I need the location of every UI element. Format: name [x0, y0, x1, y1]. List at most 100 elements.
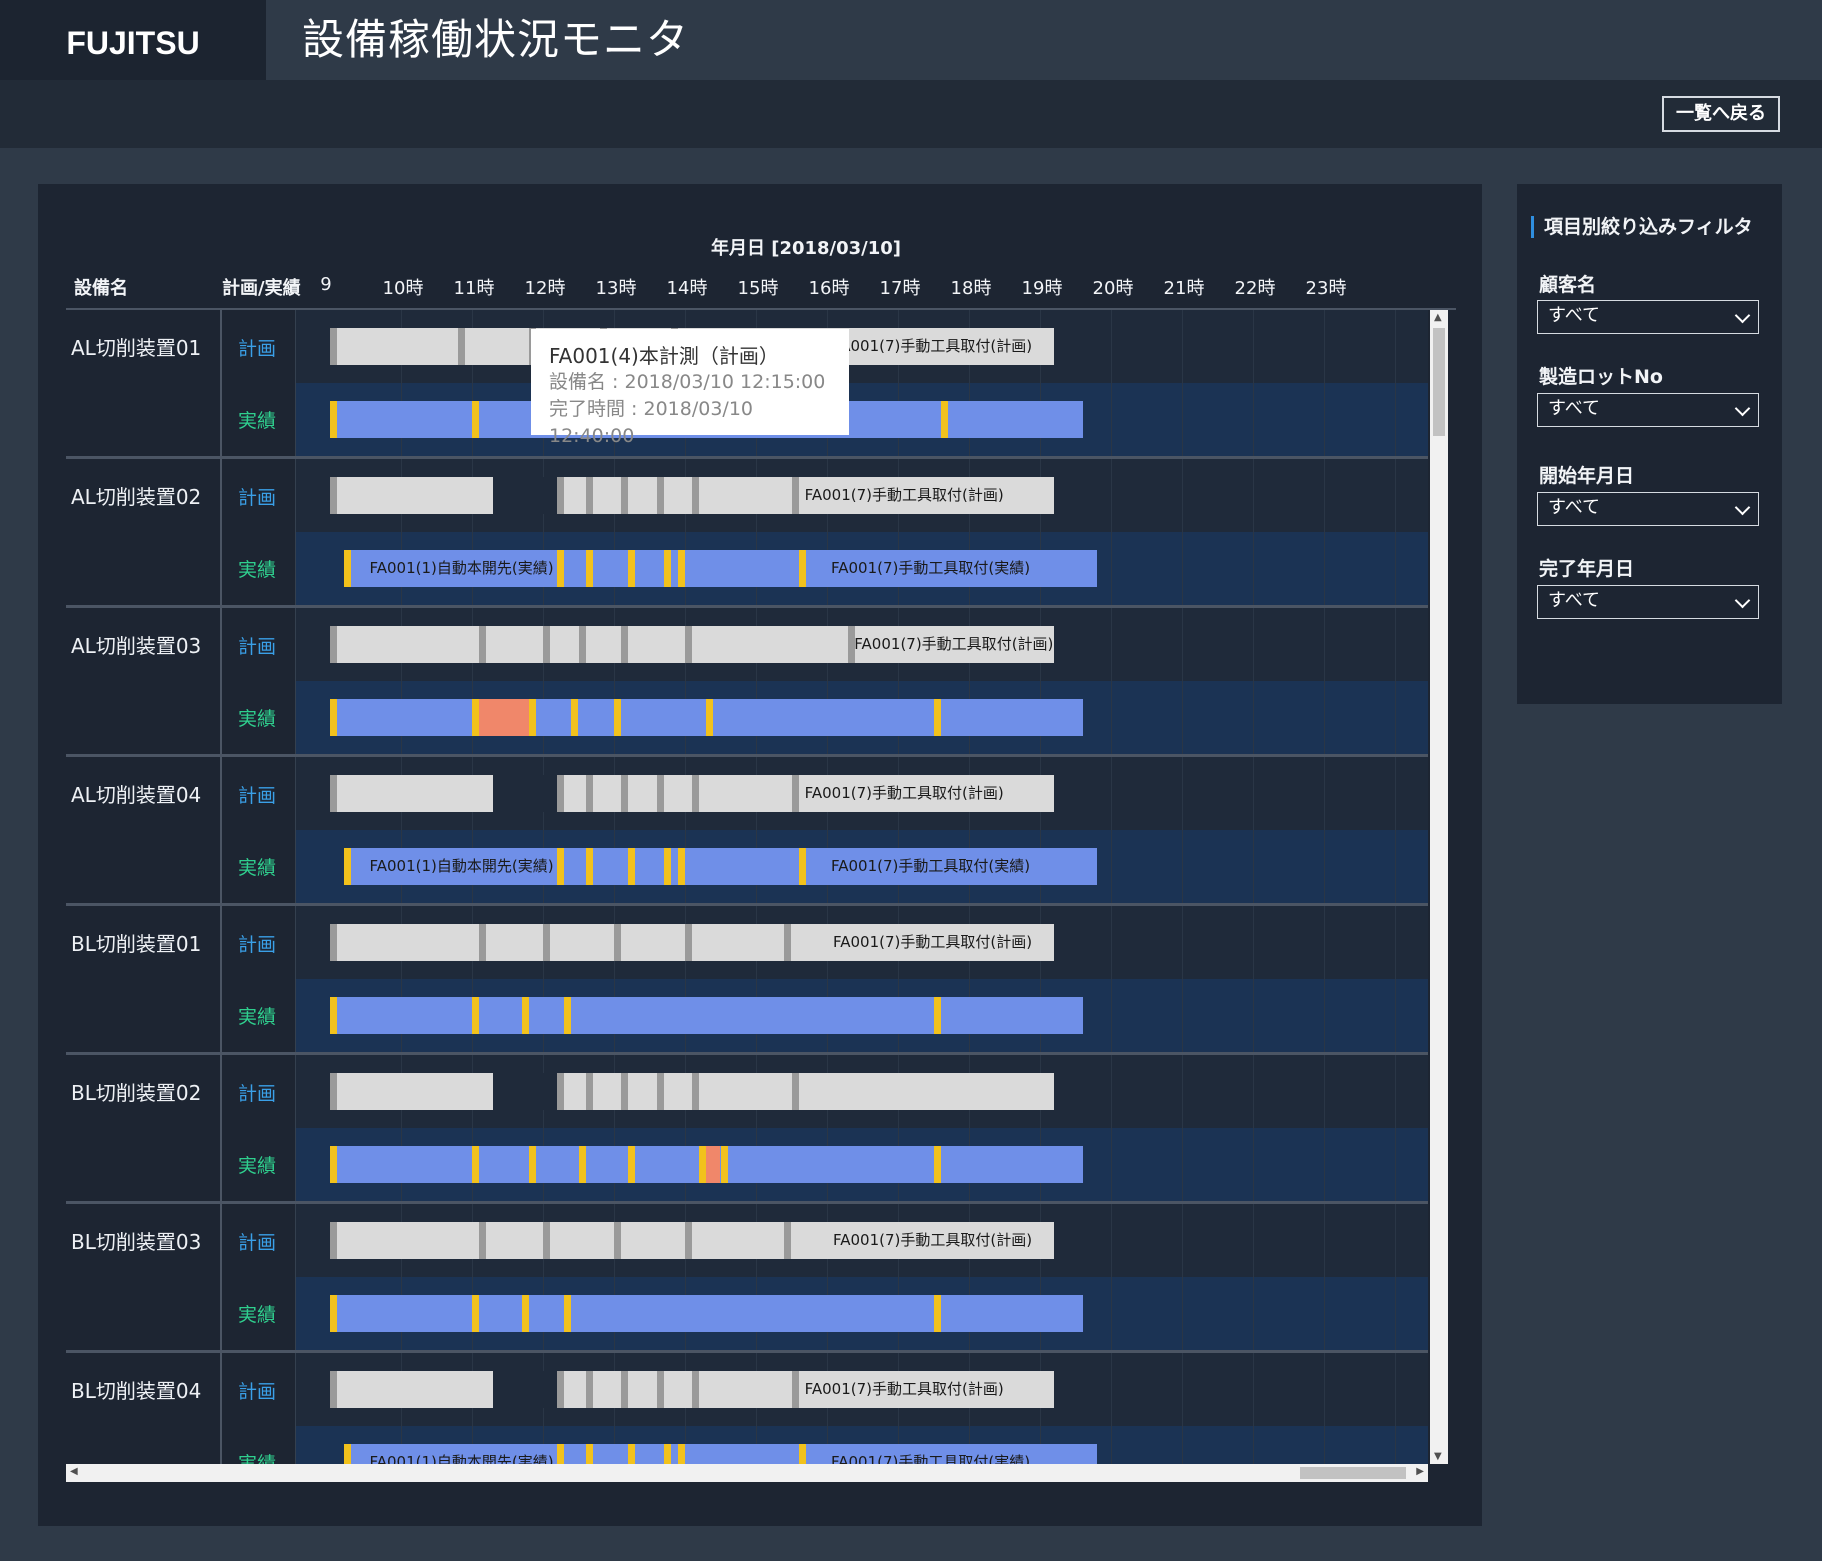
hour-gridline — [1253, 757, 1254, 903]
plan-separator — [479, 626, 487, 663]
equipment-name: AL切削装置01 — [71, 336, 202, 360]
actual-separator — [585, 1444, 593, 1464]
hour-gridline — [1395, 310, 1396, 456]
plan-separator — [557, 1073, 565, 1110]
plan-separator — [685, 924, 692, 961]
filter-title: 項目別絞り込みフィルタ — [1531, 216, 1753, 238]
plan-separator — [585, 1371, 593, 1408]
actual-separator — [472, 1146, 479, 1183]
actual-separator — [330, 1146, 337, 1183]
column-divider — [220, 1353, 222, 1464]
actual-bar-label: FA001(7)手動工具取付(実績) — [831, 857, 1031, 875]
column-divider — [295, 608, 296, 754]
horizontal-scrollbar[interactable]: ◀ ▶ — [66, 1464, 1428, 1482]
plan-separator — [656, 1371, 664, 1408]
alarm-segment[interactable] — [479, 699, 529, 736]
vertical-scrollbar[interactable]: ▲ ▼ — [1430, 310, 1448, 1464]
hour-gridline — [1182, 757, 1183, 903]
actual-separator — [330, 401, 337, 438]
equipment-name: AL切削装置03 — [71, 634, 202, 658]
actual-separator — [330, 699, 337, 736]
plan-separator — [614, 1222, 621, 1259]
actual-bar-label: FA001(7)手動工具取付(実績) — [831, 1453, 1031, 1464]
filter-select-start-date[interactable]: すべて — [1537, 492, 1759, 526]
actual-separator — [472, 1295, 479, 1332]
equipment-row: AL切削装置04 計画 実績 FA001(7)手動工具取付(計画) FA001(1)自動… — [66, 757, 1428, 906]
actual-separator — [628, 1444, 636, 1464]
column-divider — [220, 906, 222, 1052]
actual-label: 実績 — [238, 1453, 277, 1464]
plan-separator — [479, 924, 487, 961]
scroll-right-arrow-icon[interactable]: ▶ — [1416, 1466, 1424, 1477]
filter-select-customer[interactable]: すべて — [1537, 300, 1759, 334]
actual-label: 実績 — [238, 1006, 277, 1028]
actual-separator — [940, 401, 948, 438]
plan-separator — [692, 477, 700, 514]
actual-label: 実績 — [238, 559, 277, 581]
filter-label-customer: 顧客名 — [1539, 274, 1597, 296]
filter-label-lot: 製造ロットNo — [1539, 366, 1663, 388]
actual-separator — [521, 1295, 529, 1332]
column-divider — [220, 310, 222, 456]
actual-bar[interactable] — [330, 997, 1083, 1034]
plan-separator — [621, 626, 629, 663]
scroll-left-arrow-icon[interactable]: ◀ — [70, 1466, 78, 1477]
chevron-down-icon — [1734, 307, 1751, 324]
actual-separator — [344, 1444, 352, 1464]
scroll-up-arrow-icon[interactable]: ▲ — [1434, 312, 1442, 323]
actual-separator — [330, 1295, 337, 1332]
back-to-list-button[interactable]: 一覧へ戻る — [1662, 96, 1780, 132]
equipment-rows[interactable]: AL切削装置01 計画 実績 FA001(7)手動工具取付(計画) AL切削装置02 計画… — [66, 310, 1428, 1464]
actual-separator — [798, 1444, 806, 1464]
hour-gridline — [1324, 1353, 1325, 1464]
hour-label: 17時 — [879, 278, 921, 299]
actual-bar[interactable] — [330, 1295, 1083, 1332]
actual-separator — [663, 1444, 671, 1464]
alarm-segment[interactable] — [706, 1146, 721, 1183]
equipment-row: BL切削装置03 計画 実績 FA001(7)手動工具取付(計画) — [66, 1204, 1428, 1353]
hour-gridline — [1253, 310, 1254, 456]
hour-gridline — [1111, 1204, 1112, 1350]
column-divider — [295, 1204, 296, 1350]
plan-separator — [543, 1222, 550, 1259]
hour-label: 22時 — [1234, 278, 1276, 299]
plan-bar-label: FA001(7)手動工具取付(計画) — [833, 337, 1033, 355]
filter-select-end-date[interactable]: すべて — [1537, 585, 1759, 619]
scroll-down-arrow-icon[interactable]: ▼ — [1434, 1451, 1442, 1462]
vertical-scroll-thumb[interactable] — [1433, 328, 1445, 436]
filter-select-lot[interactable]: すべて — [1537, 393, 1759, 427]
plan-label: 計画 — [238, 636, 277, 658]
plan-bar-label: FA001(7)手動工具取付(計画) — [804, 1380, 1004, 1398]
hour-label: 14時 — [666, 278, 708, 299]
actual-separator — [614, 699, 621, 736]
plan-gap — [493, 1371, 558, 1408]
plan-separator — [330, 1371, 337, 1408]
actual-bar-label: FA001(1)自動本開先(実績) — [369, 559, 554, 577]
column-divider — [295, 310, 296, 456]
plan-separator — [585, 477, 593, 514]
column-divider — [220, 608, 222, 754]
hour-gridline — [1324, 757, 1325, 903]
hour-gridline — [1395, 1353, 1396, 1464]
actual-separator — [677, 550, 685, 587]
equipment-row: BL切削装置01 計画 実績 FA001(7)手動工具取付(計画) — [66, 906, 1428, 1055]
actual-separator — [344, 550, 352, 587]
sub-toolbar — [0, 80, 1822, 148]
hour-label: 15時 — [737, 278, 779, 299]
hour-gridline — [1111, 310, 1112, 456]
plan-separator — [791, 477, 799, 514]
hour-gridline — [1182, 459, 1183, 605]
hour-gridline — [1395, 459, 1396, 605]
horizontal-scroll-thumb[interactable] — [1300, 1467, 1406, 1479]
actual-separator — [521, 997, 529, 1034]
plan-label: 計画 — [238, 785, 277, 807]
plan-separator — [557, 775, 565, 812]
hour-gridline — [1253, 459, 1254, 605]
hour-gridline — [1111, 906, 1112, 1052]
hour-label: 12時 — [524, 278, 566, 299]
column-divider — [220, 1204, 222, 1350]
actual-separator — [677, 1444, 685, 1464]
plan-bar-label: FA001(7)手動工具取付(計画) — [854, 635, 1054, 653]
hour-gridline — [1253, 1353, 1254, 1464]
equipment-row: AL切削装置02 計画 実績 FA001(7)手動工具取付(計画) FA001(1)自動… — [66, 459, 1428, 608]
